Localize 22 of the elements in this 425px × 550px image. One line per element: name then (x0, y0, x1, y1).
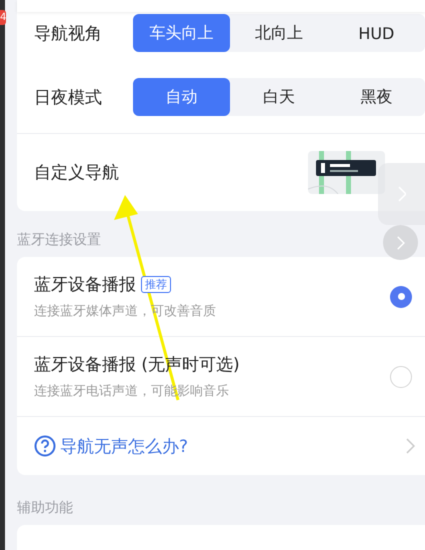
section-title: 辅助功能 (17, 499, 73, 518)
setting-label: 日夜模式 (34, 86, 103, 108)
help-icon (34, 435, 56, 457)
chevron-icon (405, 437, 415, 455)
setting-label: 自定义导航 (34, 162, 120, 184)
radio-button[interactable] (390, 286, 412, 308)
floating-button[interactable] (383, 225, 418, 260)
segment-option[interactable]: 北向上 (230, 14, 328, 52)
segment-option[interactable]: 自动 (132, 78, 230, 116)
recommend-tag: 推荐 (141, 276, 171, 293)
segment-option[interactable]: 白天 (230, 78, 328, 116)
section-title: 蓝牙连接设置 (17, 231, 101, 250)
segment-option[interactable]: 黑夜 (328, 78, 425, 116)
setting-label: 导航视角 (34, 22, 103, 44)
help-link[interactable]: 导航无声怎么办? (17, 417, 425, 475)
radio-button[interactable] (390, 366, 412, 388)
segment-option[interactable]: 车头向上 (132, 14, 230, 52)
segment-option[interactable]: HUD (328, 14, 425, 52)
option-title: 蓝牙设备播报 (34, 274, 136, 296)
floating-panel[interactable] (378, 163, 425, 225)
chevron-icon (396, 234, 405, 250)
notification-badge: 4 (0, 10, 6, 25)
